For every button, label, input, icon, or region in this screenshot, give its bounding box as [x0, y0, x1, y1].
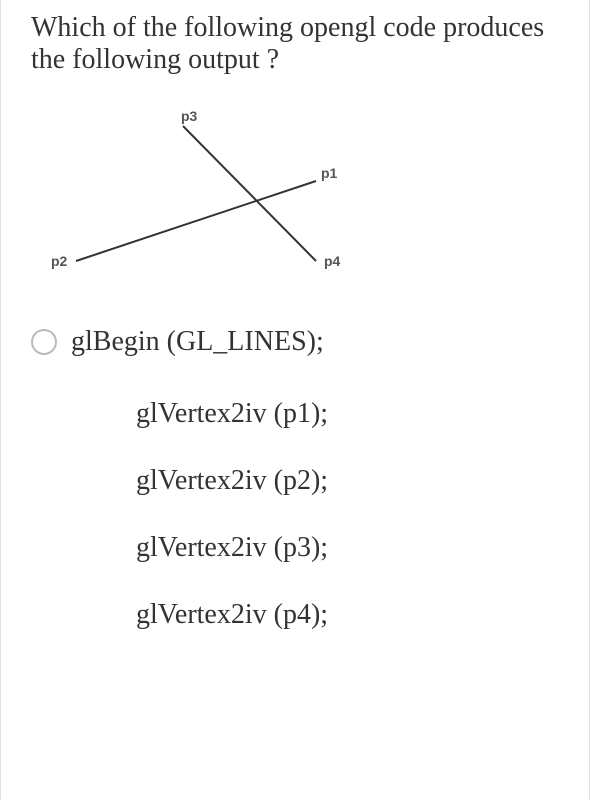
code-line: glVertex2iv (p1); — [136, 398, 559, 430]
label-p4: p4 — [324, 253, 341, 269]
option-first-line: glBegin (GL_LINES); — [71, 326, 324, 358]
label-p3: p3 — [181, 108, 198, 124]
question-text: Which of the following opengl code produ… — [31, 12, 559, 76]
option-code-block: glVertex2iv (p1); glVertex2iv (p2); glVe… — [31, 398, 559, 631]
code-line: glVertex2iv (p3); — [136, 532, 559, 564]
diagram: p3 p1 p2 p4 — [31, 106, 559, 301]
label-p1: p1 — [321, 165, 338, 181]
label-p2: p2 — [51, 253, 68, 269]
code-line: glVertex2iv (p4); — [136, 599, 559, 631]
line-p3-p4 — [183, 126, 316, 261]
option-row[interactable]: glBegin (GL_LINES); — [31, 326, 559, 358]
code-line: glVertex2iv (p2); — [136, 465, 559, 497]
line-p2-p1 — [76, 181, 316, 261]
lines-diagram-svg: p3 p1 p2 p4 — [36, 106, 366, 296]
radio-icon[interactable] — [31, 329, 57, 355]
